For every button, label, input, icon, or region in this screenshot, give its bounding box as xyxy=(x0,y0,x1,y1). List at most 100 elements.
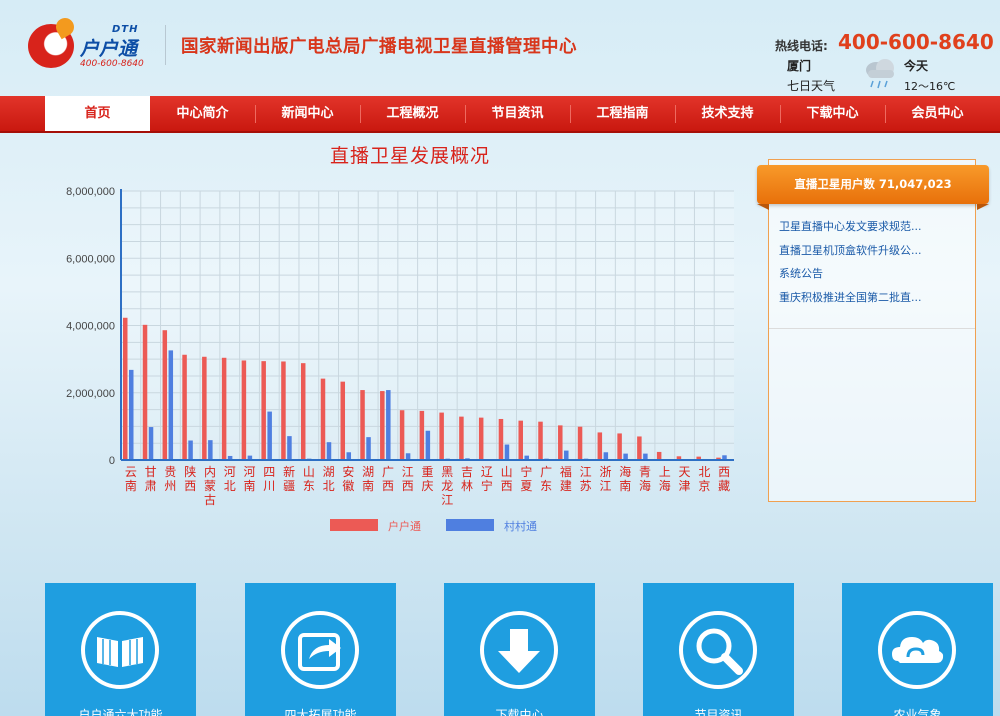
weather-city[interactable]: 厦门 xyxy=(787,57,811,74)
bar-cuncuntong xyxy=(188,440,193,460)
nav-item-guide[interactable]: 工程指南 xyxy=(570,96,675,131)
x-tick-label: 黑龙江 xyxy=(441,465,453,507)
x-tick-label: 山西 xyxy=(501,465,513,493)
satellite-users-bar-chart: 0 2,000,000 4,000,000 6,000,000 8,000,000 云南甘… xyxy=(66,186,734,533)
header-divider xyxy=(165,25,166,65)
x-tick-label: 福建 xyxy=(560,464,572,493)
weather-forecast-link[interactable]: 七日天气 xyxy=(787,77,835,94)
x-tick-label: 四川 xyxy=(263,465,275,493)
x-tick-label: 甘肃 xyxy=(145,465,157,493)
tile-four-extensions[interactable]: 四大拓展功能 xyxy=(245,583,396,716)
site-header: DTH 户户通 400-600-8640 国家新闻出版广电总局广播电视卫星直播管… xyxy=(0,0,1000,96)
x-tick-label: 内蒙古 xyxy=(204,465,216,507)
x-tick-label: 上海 xyxy=(659,465,671,493)
chart-title: 直播卫星发展概况 xyxy=(330,145,491,167)
bar-huhutong xyxy=(459,416,464,460)
bar-cuncuntong xyxy=(129,369,134,460)
tile-label: 户户通六大功能 xyxy=(78,708,163,716)
bar-huhutong xyxy=(123,317,128,460)
bar-huhutong xyxy=(617,433,622,460)
bar-cuncuntong xyxy=(208,440,213,460)
x-tick-label: 云南 xyxy=(125,465,137,493)
bar-cuncuntong xyxy=(168,350,174,460)
nav-item-members[interactable]: 会员中心 xyxy=(885,96,990,131)
bar-cuncuntong xyxy=(425,430,431,460)
bar-huhutong xyxy=(261,361,266,460)
x-tick-label: 河北 xyxy=(224,465,236,493)
bar-cuncuntong xyxy=(148,427,154,460)
y-tick-label: 0 xyxy=(109,455,115,467)
news-item[interactable]: 卫星直播中心发文要求规范... xyxy=(779,220,922,244)
legend-swatch xyxy=(446,519,494,531)
x-tick-label: 江西 xyxy=(402,465,414,493)
tile-six-functions[interactable]: 户户通六大功能 xyxy=(45,583,196,716)
bar-huhutong xyxy=(478,417,484,460)
nav-item-programs[interactable]: 节目资讯 xyxy=(465,96,570,131)
tile-agri-weather[interactable]: 农业气象 xyxy=(842,583,993,716)
x-tick-label: 宁夏 xyxy=(520,464,532,493)
x-tick-label: 辽宁 xyxy=(481,465,493,493)
nav-item-support[interactable]: 技术支持 xyxy=(675,96,780,131)
nav-item-home[interactable]: 首页 xyxy=(45,96,150,131)
x-tick-label: 山东 xyxy=(303,465,315,493)
news-list: 卫星直播中心发文要求规范... 直播卫星机顶盒软件升级公... 系统公告 重庆积… xyxy=(779,220,922,314)
bar-cuncuntong xyxy=(504,444,510,460)
x-tick-label: 江苏 xyxy=(580,465,592,493)
x-tick-label: 广西 xyxy=(382,465,394,493)
bar-huhutong xyxy=(360,390,365,460)
weather-temperature: 12～16℃ xyxy=(904,80,956,93)
bar-cuncuntong xyxy=(287,436,292,460)
legend-label: 村村通 xyxy=(504,519,537,533)
x-tick-label: 浙江 xyxy=(599,465,611,493)
bar-huhutong xyxy=(320,378,326,460)
nav-item-project[interactable]: 工程概况 xyxy=(360,96,465,131)
bar-huhutong xyxy=(439,412,444,460)
x-tick-label: 重庆 xyxy=(421,465,433,493)
x-tick-label: 贵州 xyxy=(164,465,176,493)
hotline-label: 热线电话: xyxy=(775,39,828,53)
banner-fold-right xyxy=(977,204,989,210)
nav-item-about[interactable]: 中心简介 xyxy=(150,96,255,131)
bar-huhutong xyxy=(498,418,504,460)
x-tick-label: 湖北 xyxy=(323,464,335,493)
x-tick-label: 新疆 xyxy=(283,464,295,493)
bar-huhutong xyxy=(558,425,563,460)
bar-cuncuntong xyxy=(386,390,391,460)
hotline-number: 400-600-8640 xyxy=(838,30,994,54)
x-tick-label: 安徽 xyxy=(342,464,354,493)
main-nav: 首页 中心简介 新闻中心 工程概况 节目资讯 工程指南 技术支持 下载中心 会员… xyxy=(0,96,1000,133)
news-item[interactable]: 直播卫星机顶盒软件升级公... xyxy=(779,244,922,268)
bar-cuncuntong xyxy=(564,450,569,460)
bar-huhutong xyxy=(340,381,346,460)
bar-cuncuntong xyxy=(346,452,352,460)
news-item[interactable]: 系统公告 xyxy=(779,267,922,291)
bar-huhutong xyxy=(182,354,187,460)
bar-huhutong xyxy=(538,421,543,460)
legend-label: 户户通 xyxy=(388,519,421,533)
user-count-value: 71,047,023 xyxy=(878,177,952,191)
tile-program-news[interactable]: 节目资讯 xyxy=(643,583,794,716)
bar-huhutong xyxy=(577,426,583,460)
tile-label: 节目资讯 xyxy=(694,708,743,716)
share-arrow-icon xyxy=(281,611,359,689)
nav-item-downloads[interactable]: 下载中心 xyxy=(780,96,885,131)
tile-label: 农业气象 xyxy=(893,708,942,716)
banner-fold-left xyxy=(757,204,769,210)
bar-huhutong xyxy=(241,360,247,460)
weather-today-label: 今天 xyxy=(904,59,929,73)
site-logo[interactable]: DTH 户户通 400-600-8640 xyxy=(28,14,158,72)
x-tick-label: 海南 xyxy=(619,464,631,493)
bar-huhutong xyxy=(162,330,168,460)
book-icon xyxy=(81,611,159,689)
bar-cuncuntong xyxy=(267,411,272,460)
y-tick-label: 2,000,000 xyxy=(66,388,115,400)
news-item[interactable]: 重庆积极推进全国第二批直... xyxy=(779,291,922,315)
nav-item-news[interactable]: 新闻中心 xyxy=(255,96,360,131)
tile-downloads[interactable]: 下载中心 xyxy=(444,583,595,716)
x-tick-label: 广东 xyxy=(540,465,552,493)
legend-swatch xyxy=(330,519,378,531)
bar-cuncuntong xyxy=(405,453,411,460)
x-tick-label: 湖南 xyxy=(362,464,374,493)
bar-huhutong xyxy=(399,410,405,460)
bar-huhutong xyxy=(300,363,306,460)
